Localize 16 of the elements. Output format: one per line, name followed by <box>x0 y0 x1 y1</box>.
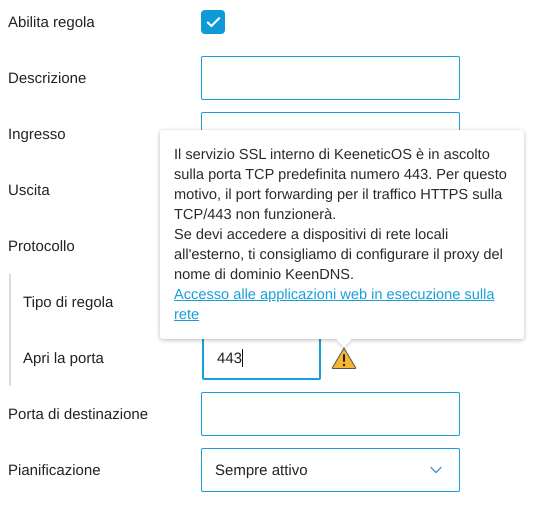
field-label: Uscita <box>8 182 50 198</box>
input-field[interactable] <box>201 392 460 436</box>
checkbox[interactable] <box>201 10 225 34</box>
input-field[interactable] <box>201 56 460 100</box>
field-label: Porta di destinazione <box>8 406 148 422</box>
field-label: Descrizione <box>8 70 86 86</box>
field-label: Protocollo <box>8 238 75 254</box>
warning-icon <box>331 346 357 370</box>
dropdown[interactable]: Sempre attivo <box>201 448 460 492</box>
field-label: Abilita regola <box>8 14 95 30</box>
field-label: Pianificazione <box>8 462 101 478</box>
tooltip-text: Il servizio SSL interno di KeeneticOS è in ascolto sulla porta TCP predefinita numero 443. Per questo motivo, il port forwarding per il traffico HTTPS sulla TCP/443 non funzionerà. <box>174 146 508 225</box>
field-label: Apri la porta <box>23 350 104 366</box>
tooltip-text: Se devi accedere a dispositivi di rete locali all'esterno, ti consigliamo di configurare il proxy del nome di dominio KeenDNS. <box>174 226 504 285</box>
field-label: Ingresso <box>8 126 66 142</box>
field-label: Tipo di regola <box>23 294 114 310</box>
